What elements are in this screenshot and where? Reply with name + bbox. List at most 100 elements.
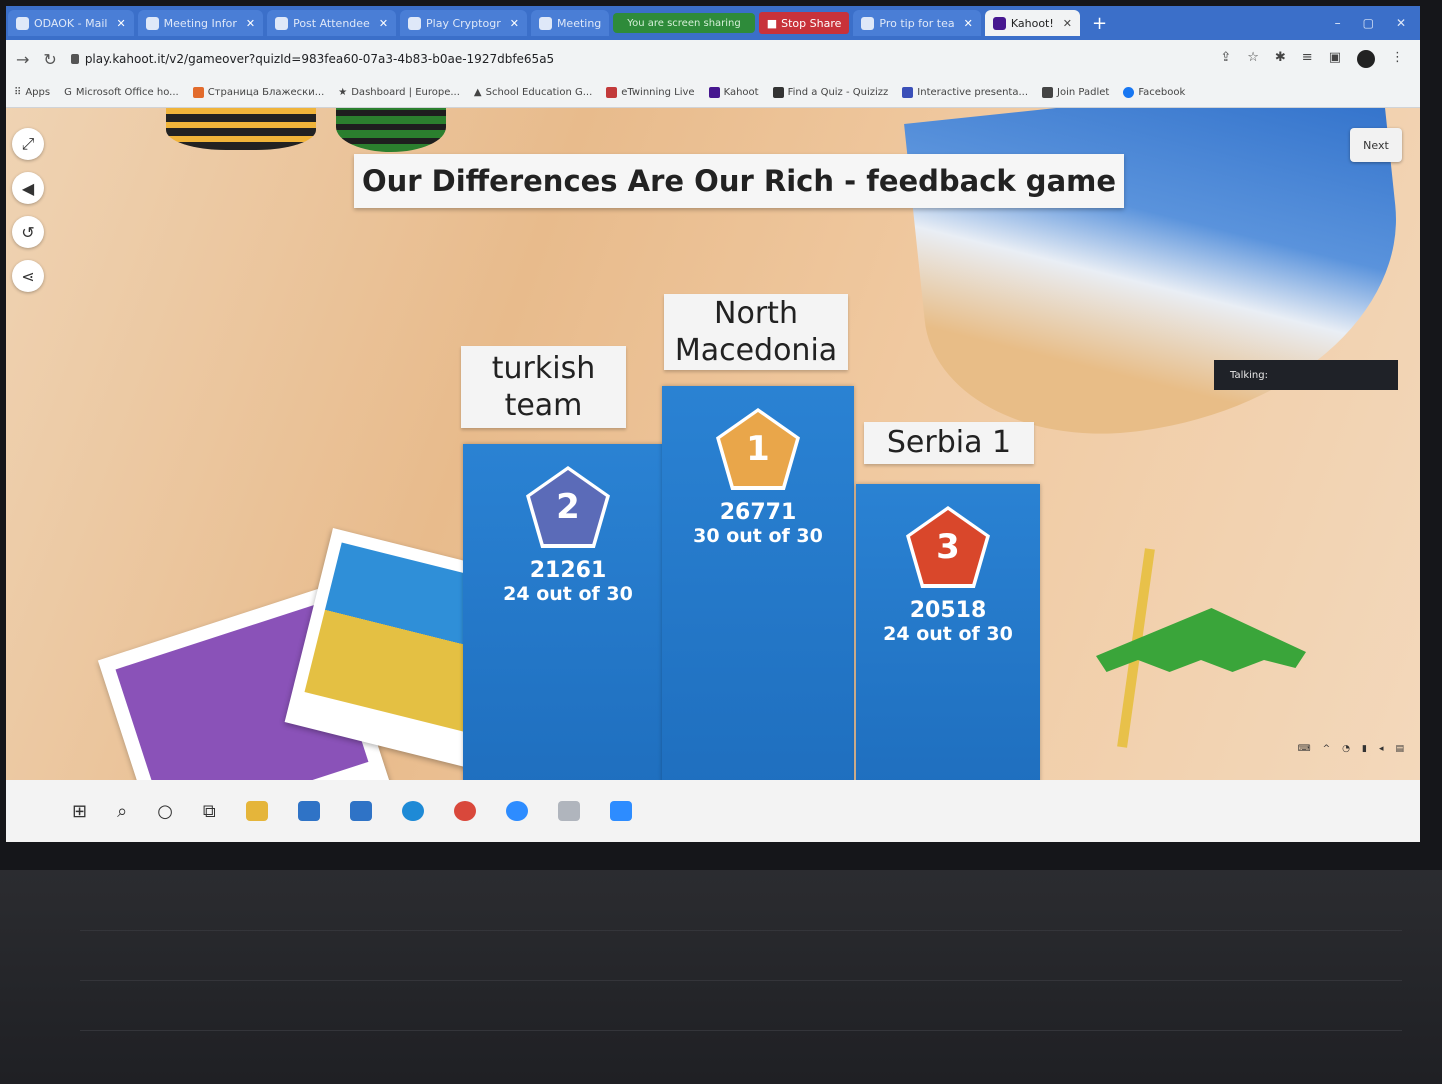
sidebar-icon[interactable]: ▣ bbox=[1329, 50, 1341, 68]
window-controls: – ▢ ✕ bbox=[1335, 16, 1420, 30]
bookmark-apps[interactable]: ⠿ Apps bbox=[14, 87, 50, 98]
zoom-meeting-icon[interactable] bbox=[609, 801, 632, 821]
volume-icon[interactable]: ◀ bbox=[12, 172, 44, 204]
bookmark-label: Dashboard | Europe... bbox=[351, 87, 460, 98]
bookmark-interactive[interactable]: Interactive presenta... bbox=[902, 87, 1028, 98]
fullscreen-icon[interactable]: ⤢ bbox=[12, 128, 44, 160]
stop-share-button[interactable]: ■ Stop Share bbox=[758, 12, 850, 34]
keyboard-row bbox=[80, 1030, 1402, 1031]
google-icon: G bbox=[64, 87, 72, 98]
tab-kahoot[interactable]: Kahoot! ✕ bbox=[984, 10, 1080, 36]
reading-list-icon[interactable]: ≡ bbox=[1302, 50, 1313, 68]
close-icon[interactable]: ✕ bbox=[1063, 17, 1072, 30]
network-icon[interactable]: ◔ bbox=[1342, 744, 1350, 754]
close-icon[interactable]: ✕ bbox=[510, 17, 519, 30]
file-explorer-icon[interactable] bbox=[245, 801, 268, 821]
puzzle-icon bbox=[408, 16, 422, 30]
correct-count: 24 out of 30 bbox=[503, 583, 633, 605]
quizizz-icon bbox=[772, 87, 784, 98]
maximize-icon[interactable]: ▢ bbox=[1363, 16, 1374, 30]
mail-icon[interactable] bbox=[349, 801, 372, 821]
keyboard-row bbox=[80, 980, 1402, 981]
laptop-screen: ODAOK - Mail ✕ Meeting Infor ✕ Post Attend… bbox=[6, 6, 1420, 842]
chevron-up-icon[interactable]: ^ bbox=[1323, 744, 1331, 754]
extension-icon[interactable]: ✱ bbox=[1275, 50, 1286, 68]
store-icon[interactable] bbox=[297, 801, 320, 821]
bookmark-dashboard[interactable]: ★ Dashboard | Europe... bbox=[338, 87, 460, 98]
address-bar-actions: ⇪ ☆ ✱ ≡ ▣ ⋮ bbox=[1220, 50, 1420, 68]
forward-icon[interactable]: → bbox=[16, 50, 29, 69]
bookmark-padlet[interactable]: Join Padlet bbox=[1042, 87, 1109, 98]
bookmark-school-education[interactable]: ▲ School Education G... bbox=[474, 87, 592, 98]
bookmark-kahoot[interactable]: Kahoot bbox=[708, 87, 759, 98]
replay-icon[interactable]: ↺ bbox=[12, 216, 44, 248]
url-field[interactable]: play.kahoot.it/v2/gameover?quizId=983fea… bbox=[70, 52, 554, 66]
team-score: 21261 bbox=[529, 558, 607, 583]
tab-pro-tip[interactable]: Pro tip for tea ✕ bbox=[853, 10, 981, 36]
minimize-icon[interactable]: – bbox=[1335, 16, 1341, 30]
tab-label: ODAOK - Mail bbox=[34, 16, 108, 30]
keyboard-row bbox=[80, 930, 1402, 931]
bookmark-blazheski[interactable]: Страница Блажески... bbox=[192, 87, 325, 98]
talking-indicator: Talking: bbox=[1214, 360, 1398, 390]
podium-second-place: 2 21261 24 out of 30 bbox=[463, 444, 673, 780]
podium-team-name-1: North Macedonia bbox=[664, 294, 848, 370]
bookmark-label: Join Padlet bbox=[1057, 87, 1110, 98]
close-icon[interactable]: ✕ bbox=[246, 17, 255, 30]
screen-share-banner: You are screen sharing bbox=[613, 13, 755, 33]
bookmark-etwinning[interactable]: eTwinning Live bbox=[606, 87, 695, 98]
tab-label: Meeting Infor bbox=[163, 16, 237, 30]
bookmark-label: Interactive presenta... bbox=[917, 87, 1029, 98]
laptop-keyboard bbox=[0, 870, 1442, 1084]
browser-tab-bar: ODAOK - Mail ✕ Meeting Infor ✕ Post Attend… bbox=[6, 6, 1420, 40]
close-icon[interactable]: ✕ bbox=[379, 17, 388, 30]
close-window-icon[interactable]: ✕ bbox=[1396, 16, 1406, 30]
chrome-icon[interactable] bbox=[453, 801, 476, 821]
windows-start-icon[interactable]: ⊞ bbox=[72, 801, 87, 822]
battery-icon[interactable]: ▮ bbox=[1362, 744, 1367, 754]
bookmark-facebook[interactable]: Facebook bbox=[1123, 87, 1185, 98]
tab-cryptogram[interactable]: Play Cryptogr ✕ bbox=[400, 10, 527, 36]
volume-icon[interactable]: ◂ bbox=[1379, 744, 1384, 754]
kahoot-icon bbox=[708, 87, 720, 98]
bookmark-office[interactable]: G Microsoft Office ho... bbox=[64, 87, 179, 98]
presentation-icon bbox=[902, 87, 914, 98]
share-icon[interactable]: ⋖ bbox=[12, 260, 44, 292]
task-view-icon[interactable]: ⧉ bbox=[203, 801, 216, 822]
edge-icon[interactable] bbox=[401, 801, 424, 821]
app-icon[interactable] bbox=[557, 801, 580, 821]
tab-meeting[interactable]: Meeting bbox=[530, 10, 610, 36]
tab-label: Post Attendee bbox=[293, 16, 370, 30]
kahoot-podium-page: ⤢ ◀ ↺ ⋖ Next Our Differences Are Our Ric… bbox=[6, 108, 1420, 780]
lock-icon bbox=[70, 54, 79, 64]
next-button[interactable]: Next bbox=[1350, 128, 1402, 162]
keyboard-icon[interactable]: ⌨ bbox=[1298, 744, 1311, 754]
tab-post-attendee[interactable]: Post Attendee ✕ bbox=[267, 10, 397, 36]
tab-mail[interactable]: ODAOK - Mail ✕ bbox=[8, 10, 134, 36]
search-icon[interactable]: ⌕ bbox=[117, 801, 127, 822]
quiz-title-text: Our Differences Are Our Rich - feedback … bbox=[361, 164, 1117, 198]
bookmark-label: Find a Quiz - Quizizz bbox=[787, 87, 889, 98]
bookmarks-bar: ⠿ Apps G Microsoft Office ho... Страница Б… bbox=[6, 78, 1420, 108]
share-icon[interactable]: ⇪ bbox=[1220, 50, 1231, 68]
new-tab-button[interactable]: + bbox=[1084, 13, 1115, 34]
bookmark-label: Microsoft Office ho... bbox=[75, 87, 179, 98]
star-icon[interactable]: ☆ bbox=[1247, 50, 1259, 68]
tab-meeting-info[interactable]: Meeting Infor ✕ bbox=[137, 10, 264, 36]
menu-icon[interactable]: ⋮ bbox=[1391, 50, 1404, 68]
bookmark-label: Страница Блажески... bbox=[207, 87, 325, 98]
cortana-icon[interactable]: ○ bbox=[157, 801, 173, 822]
close-icon[interactable]: ✕ bbox=[116, 17, 125, 30]
reload-icon[interactable]: ↻ bbox=[43, 50, 56, 69]
graduation-cap-icon: ▲ bbox=[473, 87, 482, 98]
bookmark-quizizz[interactable]: Find a Quiz - Quizizz bbox=[772, 87, 889, 98]
stop-icon: ■ bbox=[766, 16, 778, 30]
tab-label: Meeting bbox=[556, 16, 602, 30]
close-icon[interactable]: ✕ bbox=[964, 17, 973, 30]
zoom-icon[interactable] bbox=[505, 801, 528, 821]
notification-icon[interactable]: ▤ bbox=[1395, 744, 1404, 754]
podium-third-place: 3 20518 24 out of 30 bbox=[856, 484, 1040, 780]
avatar[interactable] bbox=[1357, 50, 1375, 68]
system-tray: ⌨ ^ ◔ ▮ ◂ ▤ bbox=[1298, 744, 1404, 754]
facebook-icon bbox=[1123, 87, 1135, 98]
